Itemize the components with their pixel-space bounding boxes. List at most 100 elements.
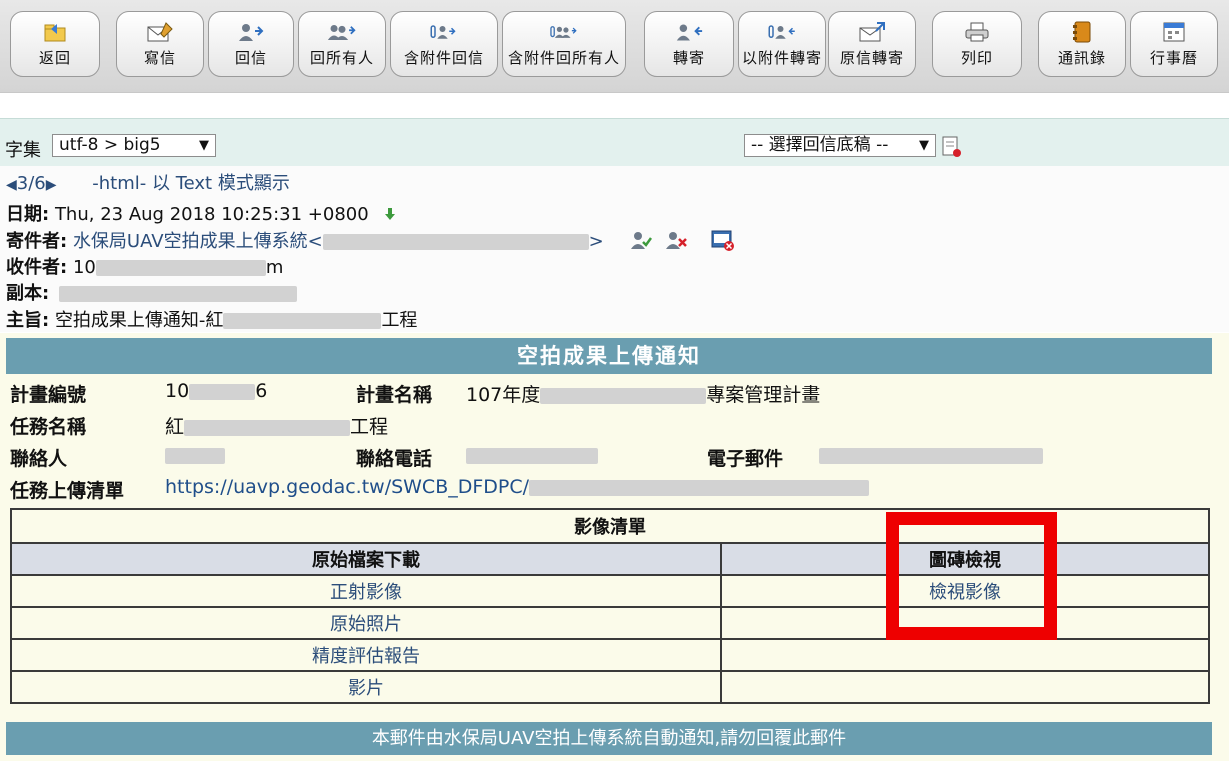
- reply-with-attachment-icon: [429, 21, 459, 43]
- plan-no-prefix: 10: [165, 380, 190, 402]
- download-cell: 正射影像: [10, 574, 722, 608]
- forward-as-attachment-button[interactable]: 以附件轉寄: [738, 11, 826, 77]
- back-button[interactable]: 返回: [10, 11, 100, 77]
- upload-list-url[interactable]: https://uavp.geodac.tw/SWCB_DFDPC/: [165, 476, 529, 498]
- redacted-subject: [223, 313, 382, 329]
- task-name-suffix: 工程: [350, 416, 389, 438]
- text-mode-link[interactable]: -html- 以 Text 模式顯示: [92, 173, 290, 194]
- toolbar: 返回 寫信 回信 回所有人 含附件回信 含附件回所有人 轉寄 以附件轉寄 原信轉…: [0, 0, 1229, 93]
- block-sender-icon[interactable]: [665, 230, 688, 255]
- print-button[interactable]: 列印: [932, 11, 1022, 77]
- subject-row: 主旨: 空拍成果上傳通知-紅 工程: [6, 306, 417, 332]
- forward-button-label: 轉寄: [672, 48, 705, 67]
- download-cell: 精度評估報告: [10, 638, 722, 672]
- task-name-prefix: 紅: [165, 416, 185, 438]
- reply-all-with-attachment-label: 含附件回所有人: [507, 48, 620, 67]
- upload-list-link[interactable]: https://uavp.geodac.tw/SWCB_DFDPC/: [165, 476, 870, 498]
- reply-icon: [236, 21, 266, 43]
- phone-value: [466, 444, 598, 466]
- reply-all-button[interactable]: 回所有人: [298, 11, 386, 77]
- message-nav: ◀3/6▶ -html- 以 Text 模式顯示: [6, 169, 290, 195]
- forward-button[interactable]: 轉寄: [644, 11, 734, 77]
- to-prefix: 10: [72, 257, 96, 278]
- add-contact-icon[interactable]: [630, 230, 652, 255]
- from-name[interactable]: 水保局UAV空拍成果上傳系統<: [73, 231, 323, 252]
- view-cell: [720, 638, 1210, 672]
- original-photos-download-link[interactable]: 原始照片: [330, 614, 402, 635]
- compose-icon: [145, 21, 175, 43]
- plan-name-prefix: 107年度: [466, 384, 541, 406]
- download-cell: 原始照片: [10, 606, 722, 640]
- folder-back-icon: [40, 21, 70, 43]
- reply-button[interactable]: 回信: [208, 11, 294, 77]
- from-end: >: [588, 231, 604, 252]
- address-book-label: 通訊錄: [1057, 48, 1106, 67]
- contact-value: [165, 444, 225, 466]
- reply-all-with-attachment-button[interactable]: 含附件回所有人: [502, 11, 626, 77]
- download-arrow-icon[interactable]: [384, 205, 396, 226]
- next-message-icon[interactable]: ▶: [46, 177, 57, 193]
- video-download-link[interactable]: 影片: [348, 678, 384, 699]
- redacted-email: [322, 234, 589, 250]
- spam-report-icon[interactable]: [711, 229, 735, 256]
- view-cell: [720, 670, 1210, 704]
- dropdown-arrow-icon: ▼: [919, 138, 929, 153]
- date-label: 日期:: [6, 204, 50, 225]
- forward-original-label: 原信轉寄: [839, 48, 904, 67]
- forward-original-icon: [857, 21, 887, 43]
- address-book-button[interactable]: 通訊錄: [1038, 11, 1126, 77]
- redacted-task-name: [184, 419, 351, 436]
- subject-suffix: 工程: [381, 310, 418, 331]
- table-title: 影像清單: [10, 508, 1210, 544]
- accuracy-report-download-link[interactable]: 精度評估報告: [312, 646, 420, 667]
- orthophoto-download-link[interactable]: 正射影像: [330, 582, 402, 603]
- redacted-phone: [466, 447, 598, 464]
- task-name-value: 紅 工程: [165, 412, 388, 439]
- table-row: 正射影像 檢視影像: [10, 574, 1210, 608]
- forward-original-button[interactable]: 原信轉寄: [828, 11, 916, 77]
- download-cell: 影片: [10, 670, 722, 704]
- forward-as-attachment-icon: [767, 21, 797, 43]
- reply-all-with-attachment-icon: [549, 21, 579, 43]
- dropdown-arrow-icon: ▼: [199, 138, 209, 153]
- to-label: 收件者:: [6, 257, 68, 278]
- image-list-table: 影像清單 原始檔案下載 圖磚檢視 正射影像 檢視影像 原始照片 精度評估報告 影…: [10, 508, 1210, 704]
- charset-label: 字集: [5, 140, 41, 161]
- table-row: 影片: [10, 670, 1210, 704]
- reply-template-value: -- 選擇回信底稿 --: [751, 135, 889, 155]
- date-row: 日期: Thu, 23 Aug 2018 10:25:31 +0800: [6, 200, 396, 226]
- charset-bar: 字集 utf-8 > big5 ▼ -- 選擇回信底稿 -- ▼: [0, 118, 1229, 167]
- charset-select[interactable]: utf-8 > big5 ▼: [52, 134, 216, 157]
- reply-button-label: 回信: [234, 48, 267, 67]
- reply-with-attachment-button[interactable]: 含附件回信: [390, 11, 498, 77]
- from-label: 寄件者:: [6, 231, 68, 252]
- plan-name-value: 107年度 專案管理計畫: [466, 380, 820, 407]
- print-icon: [962, 21, 992, 43]
- to-suffix: m: [265, 257, 284, 278]
- col-view-header: 圖磚檢視: [720, 542, 1210, 576]
- reply-all-button-label: 回所有人: [309, 48, 374, 67]
- redacted-plan-no: [189, 383, 256, 400]
- calendar-label: 行事曆: [1149, 48, 1198, 67]
- message-position: 3/6: [16, 173, 46, 194]
- cc-row: 副本:: [6, 279, 297, 305]
- spacer-band: [0, 93, 1229, 117]
- redacted-contact: [165, 447, 225, 464]
- calendar-button[interactable]: 行事曆: [1130, 11, 1218, 77]
- view-image-link[interactable]: 檢視影像: [929, 582, 1001, 603]
- table-row: 精度評估報告: [10, 638, 1210, 672]
- view-cell: [720, 606, 1210, 640]
- email-label: 電子郵件: [707, 448, 784, 470]
- address-book-icon: [1067, 21, 1097, 43]
- redacted-cc: [58, 286, 297, 302]
- edit-template-icon[interactable]: [941, 136, 961, 158]
- plan-no-value: 10 6: [165, 380, 267, 402]
- prev-message-icon[interactable]: ◀: [6, 177, 17, 193]
- redacted-plan-name: [540, 387, 707, 404]
- col-download-header: 原始檔案下載: [10, 542, 722, 576]
- upload-list-label: 任務上傳清單: [10, 480, 125, 502]
- compose-button[interactable]: 寫信: [116, 11, 204, 77]
- reply-template-select[interactable]: -- 選擇回信底稿 -- ▼: [744, 134, 936, 157]
- to-row: 收件者: 10 m: [6, 253, 283, 279]
- forward-icon: [674, 21, 704, 43]
